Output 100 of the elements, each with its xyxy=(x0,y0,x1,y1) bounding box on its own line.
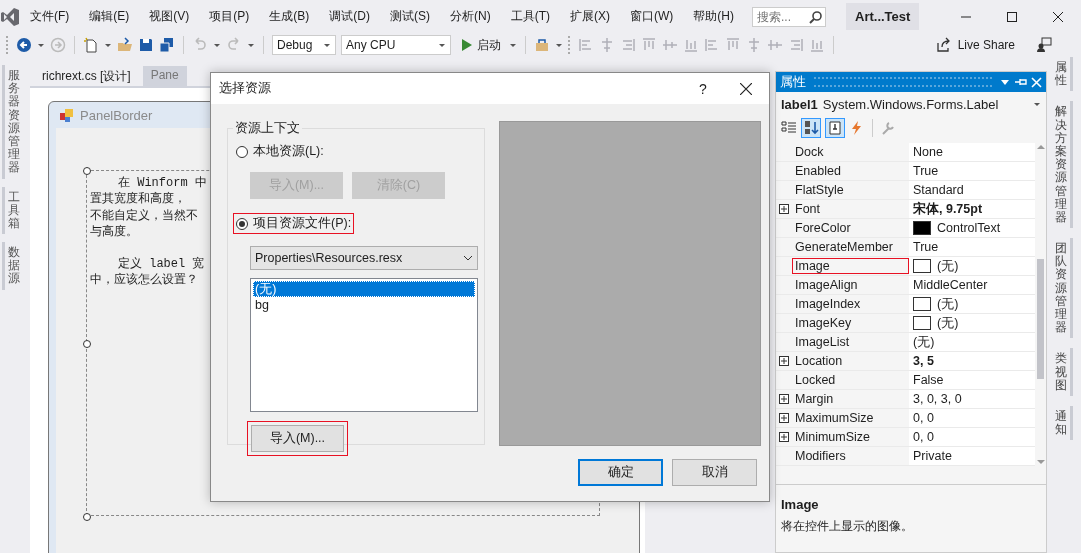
property-value[interactable]: 0, 0 xyxy=(909,409,1035,427)
property-value[interactable]: (无) xyxy=(909,333,1035,351)
property-value[interactable]: Standard xyxy=(909,181,1035,199)
caret-icon[interactable] xyxy=(104,42,112,48)
expand-icon[interactable] xyxy=(779,356,789,366)
feedback-icon[interactable] xyxy=(1036,37,1052,53)
side-tab[interactable]: 服务器资源管理器 xyxy=(2,65,22,179)
property-value[interactable]: MiddleCenter xyxy=(909,276,1035,294)
expand-icon[interactable] xyxy=(779,394,789,404)
pin-icon[interactable] xyxy=(1014,76,1027,88)
property-value[interactable]: (无) xyxy=(909,257,1035,275)
menu-item[interactable]: 文件(F) xyxy=(20,8,80,25)
radio-option[interactable]: 本地资源(L): xyxy=(233,141,327,162)
caret-icon[interactable] xyxy=(247,42,255,48)
chevron-down-icon xyxy=(463,254,473,262)
resize-handle[interactable] xyxy=(83,513,91,521)
menu-item[interactable]: 编辑(E) xyxy=(79,8,140,25)
property-value[interactable]: (无) xyxy=(909,314,1035,332)
save-icon[interactable] xyxy=(138,37,154,53)
live-share-button[interactable]: Live Share xyxy=(935,37,1015,53)
menu-item[interactable]: 生成(B) xyxy=(259,8,320,25)
side-tab[interactable]: 数据源 xyxy=(2,242,22,290)
scroll-down-icon[interactable] xyxy=(1035,458,1046,466)
property-value[interactable]: ControlText xyxy=(909,219,1035,237)
import-button[interactable]: 导入(M)... xyxy=(247,421,348,456)
list-item[interactable]: (无) xyxy=(253,281,475,297)
menu-item[interactable]: 帮助(H) xyxy=(683,8,744,25)
caret-icon[interactable] xyxy=(555,42,563,48)
property-name[interactable]: Image xyxy=(792,258,909,274)
caret-icon[interactable] xyxy=(1033,101,1041,107)
start-button[interactable]: 启动 xyxy=(456,36,504,54)
dialog-button[interactable]: 取消 xyxy=(672,459,757,486)
dialog-title: 选择资源 xyxy=(219,80,271,97)
property-value[interactable]: (无) xyxy=(909,295,1035,313)
caret-icon[interactable] xyxy=(509,42,517,48)
menu-item[interactable]: 窗口(W) xyxy=(620,8,684,25)
search-field[interactable]: 搜索... xyxy=(752,6,826,27)
dropdown-icon[interactable] xyxy=(1000,77,1010,87)
property-value[interactable]: 0, 0 xyxy=(909,428,1035,446)
close-icon[interactable] xyxy=(1031,76,1042,88)
close-icon xyxy=(1053,11,1063,22)
configuration-dropdown[interactable]: Debug xyxy=(272,35,336,55)
side-tab[interactable]: 团队资源管理器 xyxy=(1053,238,1073,339)
scrollbar-thumb[interactable] xyxy=(1037,259,1044,379)
platform-dropdown[interactable]: Any CPU xyxy=(341,35,451,55)
property-value[interactable]: True xyxy=(909,238,1035,256)
save-all-icon[interactable] xyxy=(159,37,175,53)
document-tab[interactable]: richrext.cs [设计] xyxy=(34,66,139,86)
sort-alphabetical-icon[interactable] xyxy=(803,120,819,136)
properties-page-icon[interactable] xyxy=(827,120,843,136)
side-tab[interactable]: 属性 xyxy=(1053,57,1073,92)
help-button[interactable]: ? xyxy=(683,80,723,97)
side-tab[interactable]: 工具箱 xyxy=(2,186,22,235)
resource-list[interactable]: (无) bg xyxy=(250,278,478,412)
list-item[interactable]: bg xyxy=(253,297,475,313)
label-text: 与高度。 xyxy=(90,223,138,241)
group-title: 资源上下文 xyxy=(234,120,301,137)
search-icon[interactable] xyxy=(808,9,822,24)
side-tab[interactable]: 通知 xyxy=(1053,405,1073,441)
side-tab[interactable]: 解决方案资源管理器 xyxy=(1053,101,1073,229)
menu-item[interactable]: 调试(D) xyxy=(319,8,380,25)
image-swatch xyxy=(913,297,931,311)
resource-file-dropdown[interactable]: Properties\Resources.resx xyxy=(250,246,478,270)
image-swatch xyxy=(913,316,931,330)
categorized-icon[interactable] xyxy=(781,120,797,136)
caret-icon[interactable] xyxy=(438,42,446,48)
expand-icon[interactable] xyxy=(779,413,789,423)
property-value[interactable]: True xyxy=(909,162,1035,180)
expand-icon[interactable] xyxy=(779,432,789,442)
dialog-button[interactable]: 确定 xyxy=(578,459,663,486)
close-icon xyxy=(740,82,752,95)
menu-item[interactable]: 测试(S) xyxy=(380,8,440,25)
resize-handle[interactable] xyxy=(83,167,91,175)
property-value[interactable]: None xyxy=(909,143,1035,161)
menu-item[interactable]: 分析(N) xyxy=(440,8,501,25)
toolbox-icon[interactable] xyxy=(534,37,550,53)
caret-icon[interactable] xyxy=(323,42,331,48)
caret-icon[interactable] xyxy=(37,42,45,48)
menu-item[interactable]: 视图(V) xyxy=(139,8,200,25)
property-value[interactable]: 宋体, 9.75pt xyxy=(909,200,1035,218)
label-text: 不能自定义，当然不 xyxy=(90,207,198,224)
scroll-up-icon[interactable] xyxy=(1035,143,1046,151)
logo-icon xyxy=(0,6,20,27)
caret-icon[interactable] xyxy=(213,42,221,48)
menu-item[interactable]: 工具(T) xyxy=(500,8,560,25)
open-folder-icon[interactable] xyxy=(117,37,133,53)
new-item-icon[interactable] xyxy=(83,37,99,53)
form-title: PanelBorder xyxy=(80,107,153,123)
property-value[interactable]: 3, 5 xyxy=(909,352,1035,370)
description-title: Image xyxy=(781,497,820,512)
expand-icon[interactable] xyxy=(779,204,789,214)
radio-option[interactable]: 项目资源文件(P): xyxy=(233,213,355,234)
menu-item[interactable]: 项目(P) xyxy=(199,8,260,25)
property-value[interactable]: 3, 0, 3, 0 xyxy=(909,390,1035,408)
property-value[interactable]: False xyxy=(909,371,1035,389)
resize-handle[interactable] xyxy=(83,340,91,348)
menu-item[interactable]: 扩展(X) xyxy=(560,8,620,25)
property-value[interactable]: Private xyxy=(909,447,1035,465)
side-tab[interactable]: 类视图 xyxy=(1053,348,1073,396)
window-title: Art...Test xyxy=(846,3,920,30)
